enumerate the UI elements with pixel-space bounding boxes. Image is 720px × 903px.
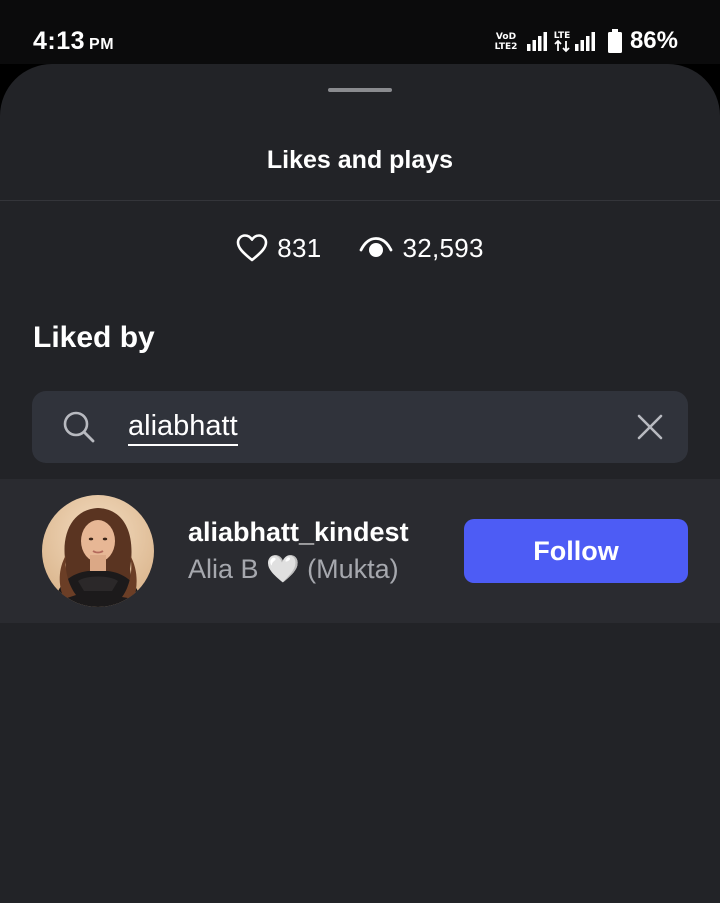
svg-text:LTE2: LTE2 — [495, 42, 518, 52]
clear-search-button[interactable] — [630, 407, 670, 447]
divider — [0, 200, 720, 201]
lte-icon: LTE — [554, 31, 571, 53]
status-icons: VoD LTE2 LTE 86% — [494, 27, 678, 54]
search-box[interactable]: aliabhatt — [32, 391, 688, 463]
svg-text:LTE: LTE — [554, 31, 571, 41]
battery-percent: 86% — [629, 27, 678, 54]
vod-lte-icon: VoD LTE2 — [495, 32, 518, 52]
stats-row: 831 32,593 — [0, 230, 720, 266]
section-heading: Liked by — [33, 321, 155, 354]
drag-handle[interactable] — [328, 88, 392, 92]
display-name: Alia B 🤍 (Mukta) — [188, 554, 399, 584]
plays-count: 32,593 — [402, 232, 484, 263]
heart-icon — [236, 234, 268, 262]
svg-text:VoD: VoD — [496, 32, 516, 42]
sheet-title: Likes and plays — [266, 146, 454, 174]
status-time: 4:13 PM — [33, 27, 114, 56]
signal-icon — [574, 32, 595, 51]
status-bar: 4:13 PM VoD LTE2 LTE 86% — [0, 0, 720, 64]
signal-icon — [526, 32, 547, 51]
status-ampm: PM — [89, 36, 115, 53]
battery-icon — [607, 29, 622, 53]
avatar[interactable] — [42, 495, 154, 607]
plays-stat: 32,593 — [359, 233, 483, 264]
list-item[interactable]: aliabhatt_kindest Alia B 🤍 (Mukta) Follo… — [0, 479, 720, 623]
search-icon — [62, 410, 96, 444]
close-icon — [637, 414, 663, 440]
likes-stat: 831 — [236, 233, 321, 264]
search-input[interactable]: aliabhatt — [128, 409, 238, 446]
eye-icon — [360, 237, 393, 257]
status-time-value: 4:13 — [33, 27, 86, 55]
likes-count: 831 — [277, 232, 322, 263]
follow-button[interactable]: Follow — [464, 519, 688, 583]
username[interactable]: aliabhatt_kindest — [188, 517, 409, 548]
likes-sheet: Likes and plays 831 32,593 Liked by alia… — [0, 64, 720, 903]
